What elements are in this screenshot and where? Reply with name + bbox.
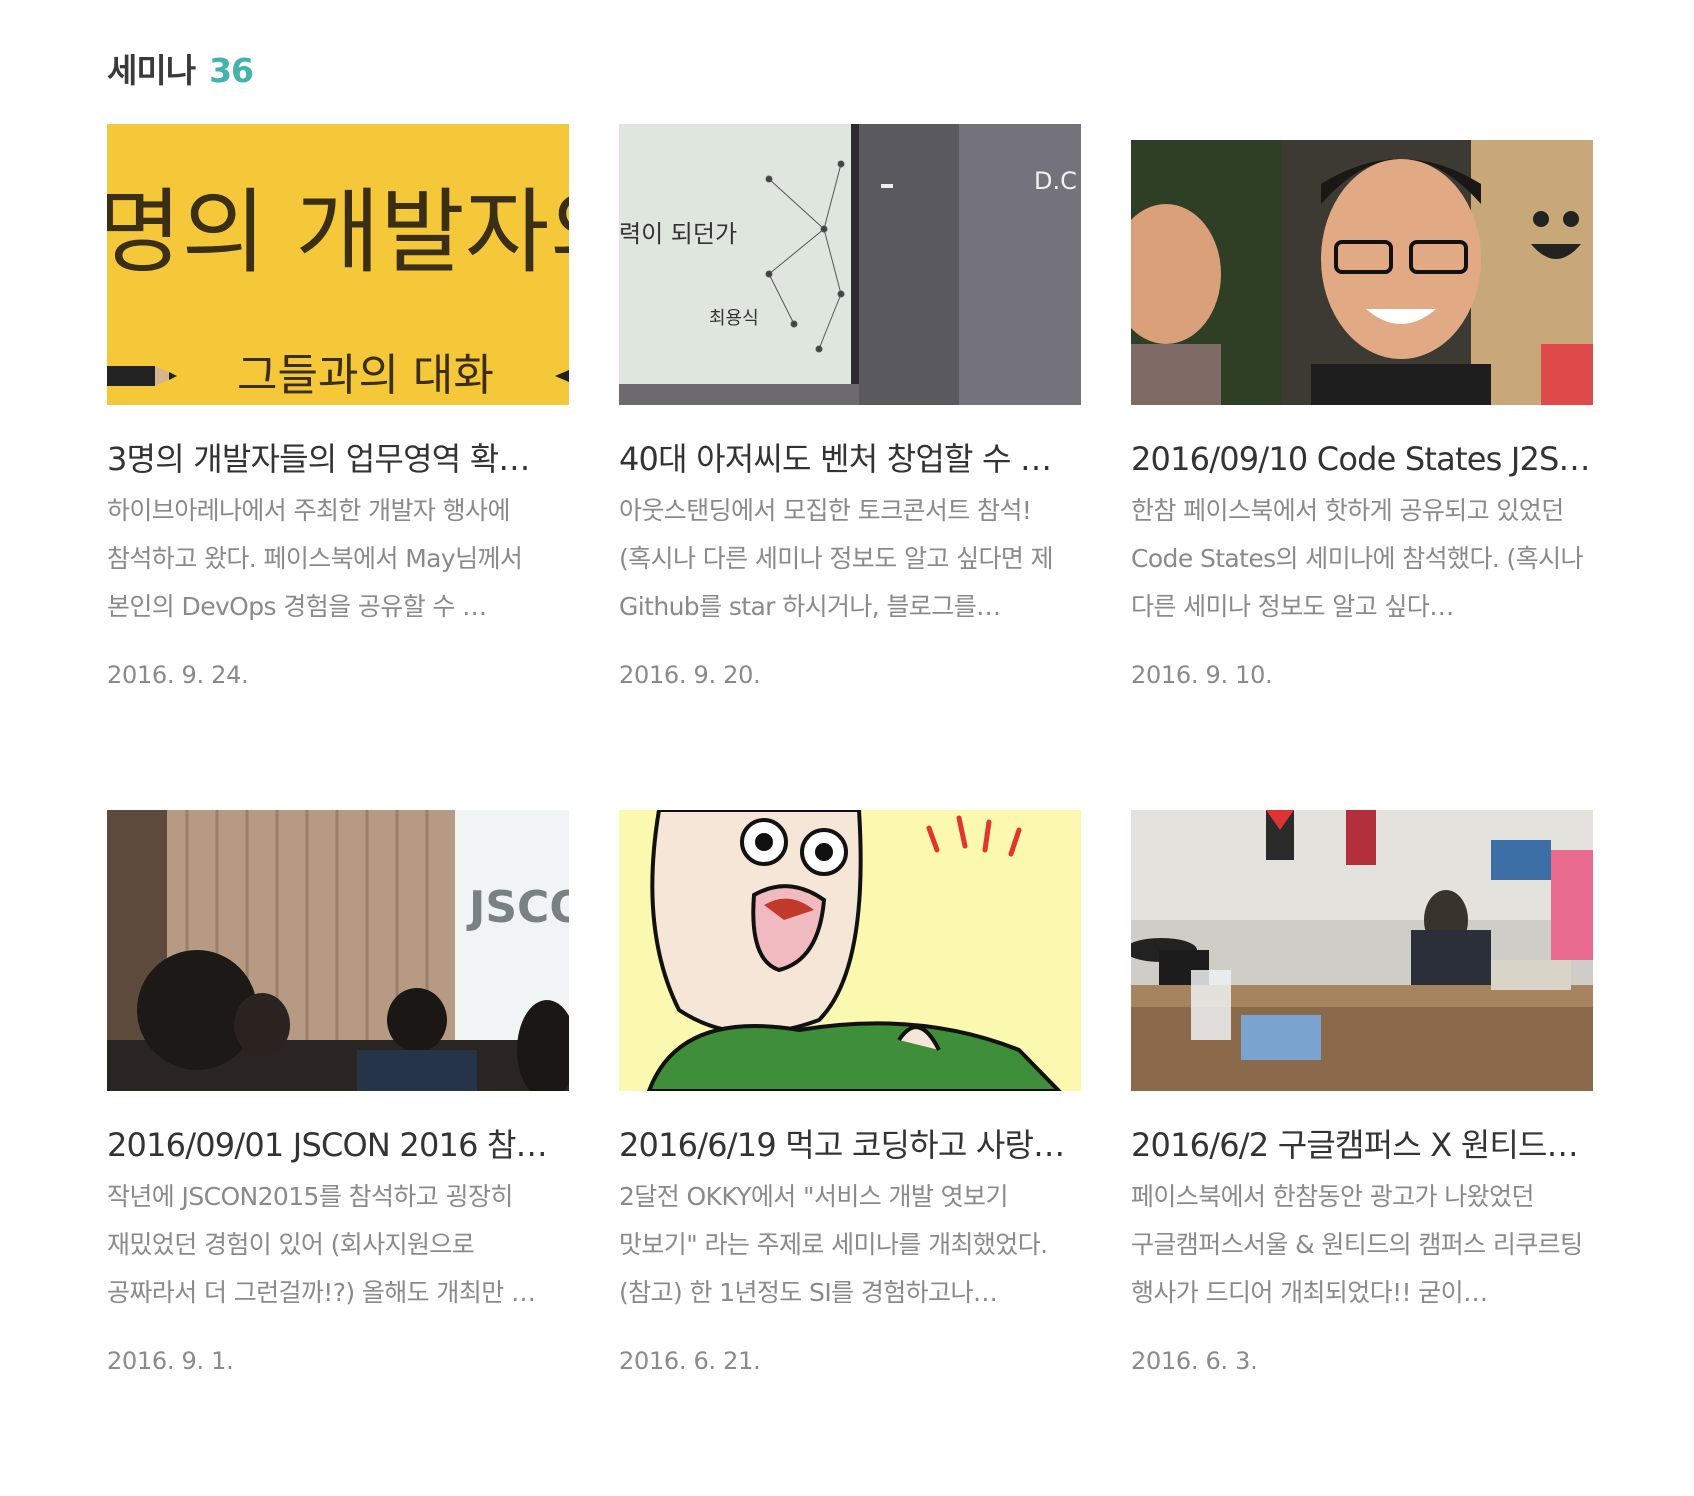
thumb-slide-author: 최용식 xyxy=(709,308,759,329)
post-title[interactable]: 40대 아저씨도 벤처 창업할 수 … xyxy=(619,435,1081,483)
post-date: 2016. 6. 21. xyxy=(619,1347,761,1375)
post-title[interactable]: 2016/09/10 Code States J2S… xyxy=(1131,435,1593,483)
post-thumbnail[interactable]: JSCO xyxy=(107,810,569,1091)
seminar-section: 세미나 36 명의 개발자의 그들과의 대화 3명의 개발자들의 업무영역 확…… xyxy=(0,0,1694,1412)
post-grid: 명의 개발자의 그들과의 대화 3명의 개발자들의 업무영역 확… 하이브아레나… xyxy=(107,124,1593,1496)
post-card[interactable]: 력이 되던가 최용식 D.C 40대 아저씨도 벤처 창업할 수 … 아웃스탠딩… xyxy=(619,124,1081,810)
post-count: 36 xyxy=(209,51,254,90)
section-header: 세미나 36 xyxy=(107,44,254,92)
post-date: 2016. 9. 24. xyxy=(107,661,249,689)
post-thumbnail[interactable] xyxy=(619,810,1081,1091)
post-thumbnail[interactable]: 명의 개발자의 그들과의 대화 xyxy=(107,124,569,405)
post-date: 2016. 9. 1. xyxy=(107,1347,234,1375)
thumb-wall-sign: D.C xyxy=(1034,167,1077,195)
post-card[interactable]: 2016/6/19 먹고 코딩하고 사랑… 2달전 OKKY에서 "서비스 개발… xyxy=(619,810,1081,1496)
post-card[interactable]: 2016/09/10 Code States J2S… 한참 페이스북에서 핫하… xyxy=(1131,124,1593,810)
post-excerpt: 한참 페이스북에서 핫하게 공유되고 있었던 Code States의 세미나에… xyxy=(1131,496,1583,621)
thumb-slide-text: 력이 되던가 xyxy=(619,220,737,248)
post-excerpt: 작년에 JSCON2015를 참석하고 굉장히 재밌었던 경험이 있어 (회사지… xyxy=(107,1182,536,1307)
post-card[interactable]: 2016/6/2 구글캠퍼스 X 원티드… 페이스북에서 한참동안 광고가 나왔… xyxy=(1131,810,1593,1496)
post-date: 2016. 9. 20. xyxy=(619,661,761,689)
post-excerpt: 페이스북에서 한참동안 광고가 나왔었던 구글캠퍼스서울 & 원티드의 캠퍼스 … xyxy=(1131,1182,1583,1307)
post-excerpt: 2달전 OKKY에서 "서비스 개발 엿보기 맛보기" 라는 주제로 세미나를 … xyxy=(619,1182,1048,1307)
post-excerpt: 아웃스탠딩에서 모집한 토크콘서트 참석! (혹시나 다른 세미나 정보도 알고… xyxy=(619,496,1054,621)
post-title[interactable]: 2016/6/19 먹고 코딩하고 사랑… xyxy=(619,1121,1081,1169)
cartoon-face-image xyxy=(619,810,1081,1091)
thumb-banner-subtext: 그들과의 대화 xyxy=(237,350,494,401)
post-card[interactable]: 명의 개발자의 그들과의 대화 3명의 개발자들의 업무영역 확… 하이브아레나… xyxy=(107,124,569,810)
post-thumbnail[interactable] xyxy=(1131,124,1593,405)
post-date: 2016. 6. 3. xyxy=(1131,1347,1258,1375)
post-thumbnail[interactable] xyxy=(1131,810,1593,1091)
post-title[interactable]: 2016/09/01 JSCON 2016 참… xyxy=(107,1121,569,1169)
post-date: 2016. 9. 10. xyxy=(1131,661,1273,689)
post-thumbnail[interactable]: 력이 되던가 최용식 D.C xyxy=(619,124,1081,405)
yellow-banner-image: 명의 개발자의 그들과의 대화 xyxy=(107,124,569,405)
post-excerpt: 하이브아레나에서 주최한 개발자 행사에 참석하고 왔다. 페이스북에서 May… xyxy=(107,496,523,621)
post-title[interactable]: 2016/6/2 구글캠퍼스 X 원티드… xyxy=(1131,1121,1593,1169)
post-card[interactable]: JSCO 2016/09/01 JSCON 2016 참… 작년에 JSCON2… xyxy=(107,810,569,1496)
presentation-screen-image: 력이 되던가 최용식 D.C xyxy=(619,124,1081,405)
thumb-banner-text: 명의 개발자의 xyxy=(107,179,569,286)
thumb-screen-text: JSCO xyxy=(466,882,569,933)
selfie-photo-image xyxy=(1131,140,1593,405)
office-lounge-image xyxy=(1131,810,1593,1091)
section-title: 세미나 xyxy=(107,51,196,90)
post-title[interactable]: 3명의 개발자들의 업무영역 확… xyxy=(107,435,569,483)
conference-hall-image: JSCO xyxy=(107,810,569,1091)
